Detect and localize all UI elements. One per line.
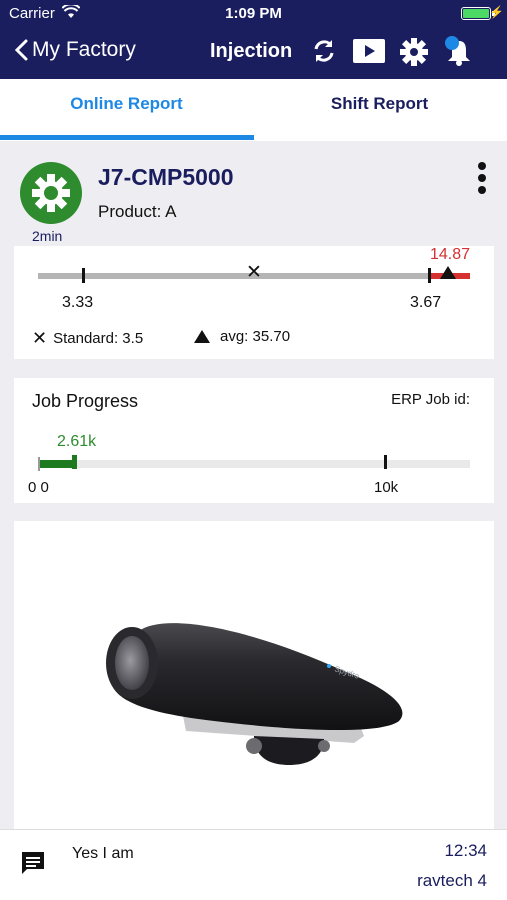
play-icon[interactable] — [353, 38, 385, 69]
progress-fill — [38, 460, 75, 468]
last-message: Yes I am — [72, 845, 134, 862]
more-options-icon[interactable] — [478, 162, 488, 198]
cycle-range-card: 14.87 ✕ 3.33 3.67 ✕ Standard: 3.5 avg: 3… — [14, 246, 494, 359]
current-value: 14.87 — [429, 246, 470, 263]
message-user: ravtech 4 — [417, 871, 487, 890]
standard-legend: ✕ Standard: 3.5 — [32, 328, 143, 349]
chevron-left-icon — [14, 39, 28, 61]
status-duration: 2min — [32, 228, 63, 244]
avg-marker — [440, 266, 456, 279]
battery-icon — [461, 7, 491, 20]
product-image: Spydro — [106, 623, 403, 765]
machine-header: 2min J7-CMP5000 Product: A — [14, 150, 494, 246]
nav-bar: My Factory Injection — [0, 30, 507, 76]
report-tabs: Online Report Shift Report — [0, 79, 507, 141]
page-title: Injection — [210, 40, 293, 62]
lower-limit-label: 3.33 — [62, 294, 94, 311]
message-time: 12:34 — [444, 841, 487, 860]
refresh-icon[interactable] — [311, 38, 337, 69]
back-label: My Factory — [32, 38, 136, 61]
top-bar: Carrier 1:09 PM ⚡ My Factory Injection — [0, 0, 507, 79]
chat-icon[interactable] — [20, 850, 46, 881]
erp-job-label: ERP Job id: — [391, 391, 470, 408]
avg-legend: avg: 35.70 — [194, 328, 290, 345]
progress-start-tick — [38, 457, 40, 471]
upper-limit-tick — [428, 268, 431, 283]
progress-head — [72, 455, 77, 469]
charging-icon: ⚡ — [489, 5, 504, 19]
machine-status-icon[interactable] — [20, 162, 82, 224]
tab-shift-report[interactable]: Shift Report — [253, 79, 506, 141]
gear-icon — [32, 174, 70, 212]
bell-icon[interactable] — [443, 35, 475, 72]
machine-name: J7-CMP5000 — [98, 164, 234, 190]
tab-online-report[interactable]: Online Report — [0, 79, 253, 141]
status-time: 1:09 PM — [225, 5, 282, 22]
avg-legend-label: avg: 35.70 — [220, 328, 291, 345]
progress-start-label: 0 0 — [28, 479, 49, 496]
standard-marker: ✕ — [246, 262, 262, 283]
tab-indicator — [0, 135, 254, 140]
product-label: Product: A — [98, 202, 177, 221]
upper-limit-label: 3.67 — [410, 294, 442, 311]
triangle-icon — [194, 330, 210, 343]
gear-icon[interactable] — [400, 38, 428, 71]
product-image-card: Spydro — [14, 521, 494, 831]
x-icon: ✕ — [32, 328, 48, 348]
range-scale: ✕ — [38, 263, 470, 283]
progress-value-label: 2.61k — [57, 433, 97, 450]
progress-target-label: 10k — [374, 479, 399, 496]
standard-legend-label: Standard: 3.5 — [53, 330, 144, 347]
status-bar: Carrier 1:09 PM ⚡ — [0, 0, 507, 28]
job-progress-card: Job Progress ERP Job id: 2.61k 0 0 10k — [14, 378, 494, 503]
chat-bar[interactable]: Yes I am 12:34 ravtech 4 — [0, 829, 507, 900]
job-progress-bar — [38, 455, 470, 471]
lower-limit-tick — [82, 268, 85, 283]
back-button[interactable]: My Factory — [14, 38, 136, 62]
job-progress-title: Job Progress — [32, 391, 139, 411]
target-tick — [384, 455, 387, 469]
